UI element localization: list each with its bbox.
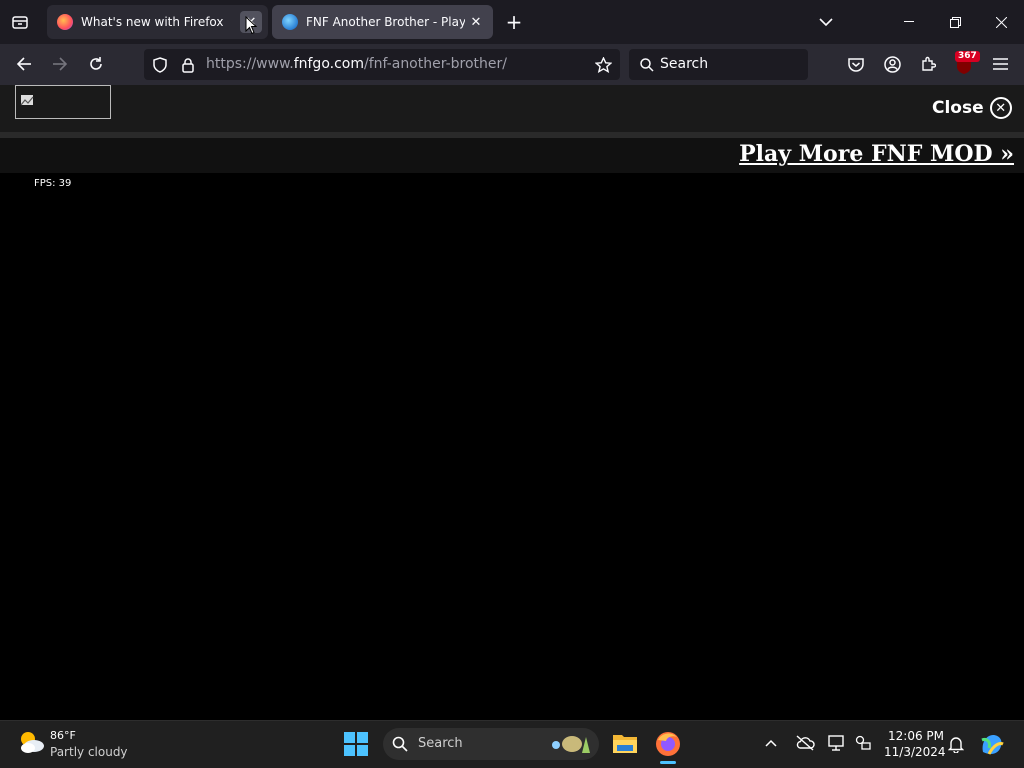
tab-title: FNF Another Brother - Play Onl [306, 15, 465, 29]
volume-battery-icon[interactable] [855, 735, 871, 755]
notification-bell-icon[interactable] [947, 736, 965, 757]
bookmark-star-icon[interactable] [589, 51, 617, 79]
url-text[interactable]: https://www.fnfgo.com/fnf-another-brothe… [206, 56, 507, 72]
active-app-indicator [660, 761, 676, 764]
hamburger-menu-icon[interactable] [986, 50, 1014, 78]
tab-title: What's new with Firefox [81, 15, 224, 29]
tab-fnf-another-brother[interactable]: FNF Another Brother - Play Onl ✕ [272, 5, 493, 39]
copilot-icon[interactable] [979, 732, 1005, 762]
network-display-icon[interactable] [828, 735, 846, 756]
new-tab-icon[interactable]: + [500, 8, 528, 36]
search-placeholder: Search [660, 56, 709, 72]
close-game-button[interactable]: Close ✕ [932, 97, 1012, 119]
file-explorer-icon[interactable] [612, 732, 638, 758]
extension-badge-count: 367 [955, 51, 980, 62]
broken-image-icon [20, 95, 34, 106]
forward-icon[interactable] [46, 50, 74, 78]
search-highlight-icon [548, 731, 594, 761]
close-tab-icon[interactable]: ✕ [465, 11, 487, 33]
account-icon[interactable] [878, 50, 906, 78]
list-tabs-chevron-icon[interactable] [812, 8, 840, 36]
close-label: Close [932, 98, 984, 118]
tab-whats-new[interactable]: What's new with Firefox ✕ [47, 5, 268, 39]
mouse-cursor-icon [245, 16, 257, 35]
shield-icon[interactable] [146, 51, 174, 79]
site-logo[interactable] [15, 85, 111, 119]
tray-chevron-up-icon[interactable] [765, 735, 777, 751]
weather-description[interactable]: Partly cloudy [50, 745, 128, 759]
play-more-link[interactable]: Play More FNF MOD » [739, 141, 1014, 167]
close-circle-icon: ✕ [989, 97, 1012, 119]
lock-icon[interactable] [174, 51, 202, 79]
windows-start-icon[interactable] [344, 732, 368, 760]
window-close-icon[interactable] [978, 0, 1024, 44]
fps-counter: FPS: 39 [34, 178, 72, 189]
firefox-taskbar-icon[interactable] [655, 731, 681, 761]
pocket-icon[interactable] [842, 50, 870, 78]
taskbar-search-icon [392, 736, 408, 756]
clock-time[interactable]: 12:06 PM [888, 729, 944, 743]
back-icon[interactable] [10, 50, 38, 78]
site-favicon [282, 14, 298, 30]
weather-partly-cloudy-icon[interactable] [17, 729, 45, 759]
search-icon [633, 51, 661, 79]
minimize-icon[interactable] [886, 0, 932, 44]
clock-date[interactable]: 11/3/2024 [884, 745, 946, 759]
onedrive-offline-icon[interactable] [795, 735, 815, 755]
game-header-bar [0, 85, 1024, 132]
firefox-icon [57, 14, 73, 30]
weather-temperature[interactable]: 86°F [50, 729, 76, 742]
taskbar-search-placeholder: Search [418, 736, 463, 751]
reload-icon[interactable] [82, 50, 110, 78]
tab-manager-icon[interactable] [6, 8, 34, 36]
restore-icon[interactable] [932, 0, 978, 44]
extensions-puzzle-icon[interactable] [914, 50, 942, 78]
